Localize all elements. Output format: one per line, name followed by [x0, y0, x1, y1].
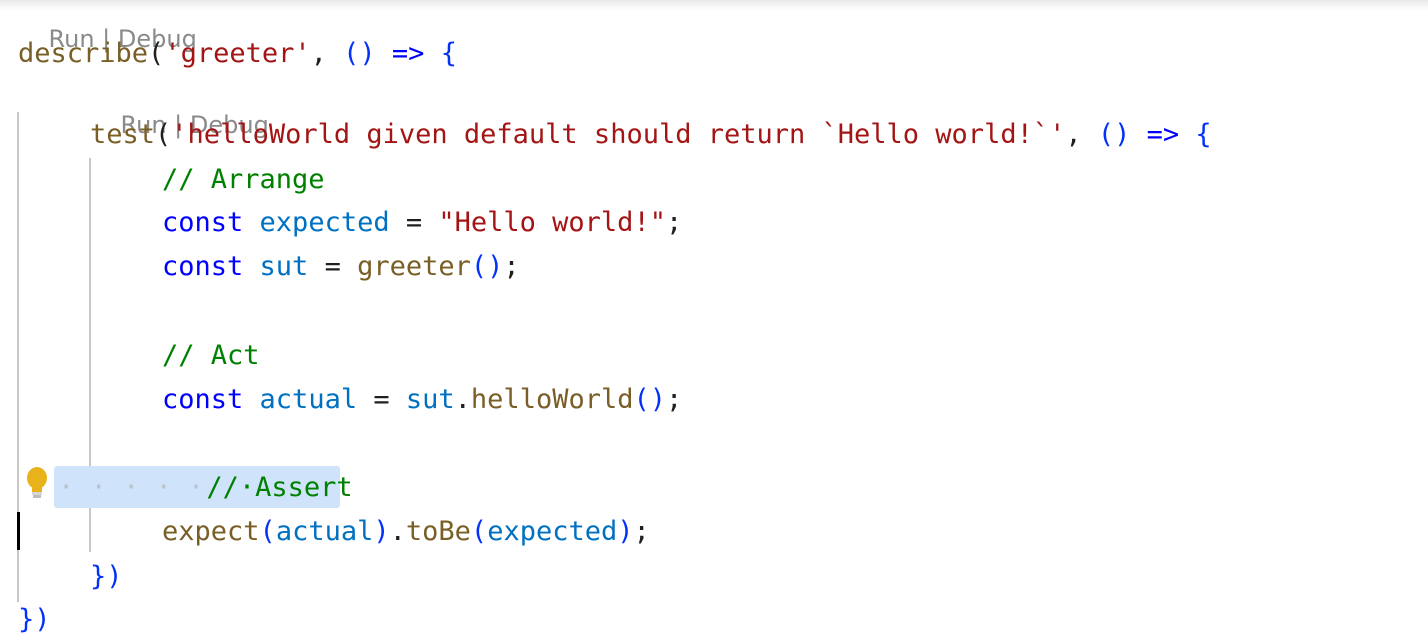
code-line-5[interactable]: const sut = greeter(); — [162, 249, 520, 285]
token-variable: sut — [259, 251, 309, 282]
token-semicolon: ; — [633, 516, 650, 547]
token-comma: , — [1065, 119, 1098, 150]
whitespace-dots: · · · · · — [58, 472, 205, 503]
token-dot: . — [389, 516, 406, 547]
token-argument: expected — [487, 516, 618, 547]
token-fn: greeter — [357, 251, 471, 282]
token-fn: toBe — [405, 516, 471, 547]
code-line-8[interactable]: · · · · ·//·Assert — [58, 470, 353, 506]
token-string: "Hello world!" — [438, 207, 666, 238]
code-line-6[interactable]: // Act — [162, 338, 260, 374]
lightbulb-icon[interactable] — [24, 466, 50, 500]
token-brace: { — [440, 38, 457, 69]
token-variable: expected — [259, 207, 390, 238]
code-line-9[interactable]: expect(actual).toBe(expected); — [162, 514, 650, 550]
token-semicolon: ; — [503, 251, 520, 282]
code-line-4[interactable]: const expected = "Hello world!"; — [162, 205, 682, 241]
code-line-10[interactable]: }) — [90, 559, 123, 595]
token-open-paren: ( — [148, 38, 165, 69]
token-semicolon: ; — [665, 207, 683, 238]
token-parens: () — [633, 384, 666, 415]
token-arrow: => — [375, 38, 441, 69]
token-fn: test — [90, 119, 156, 150]
token-keyword: const — [162, 384, 244, 415]
token-equals: = — [357, 384, 406, 415]
token-variable: actual — [259, 384, 358, 415]
token-closing: }) — [18, 604, 51, 635]
code-line-1[interactable]: describe('greeter', () => { — [18, 36, 457, 72]
token-open-paren: ( — [470, 516, 488, 547]
token-comment: //·Assert — [206, 472, 353, 503]
token-keyword: const — [162, 251, 244, 282]
token-fn: describe — [18, 38, 149, 69]
token-dot: . — [454, 384, 471, 415]
token-arrow: => — [1130, 119, 1196, 150]
token-parens: () — [1097, 119, 1131, 150]
code-line-7[interactable]: const actual = sut.helloWorld(); — [162, 382, 682, 418]
token-open-paren: ( — [155, 119, 172, 150]
code-line-2[interactable]: test('helloWorld given default should re… — [90, 117, 1212, 153]
editor-top-shadow — [0, 0, 1428, 10]
token-fn: expect — [162, 516, 260, 547]
token-equals: = — [389, 207, 439, 238]
token-string: 'greeter' — [164, 38, 311, 69]
token-close-paren: ) — [373, 516, 390, 547]
token-string: 'helloWorld given default should return … — [171, 119, 1066, 150]
token-argument: actual — [275, 516, 374, 547]
token-open-paren: ( — [259, 516, 276, 547]
token-object: sut — [405, 384, 455, 415]
token-comment: // Arrange — [162, 164, 325, 195]
token-semicolon: ; — [666, 384, 683, 415]
token-close-paren: ) — [617, 516, 634, 547]
token-brace: { — [1195, 119, 1212, 150]
token-fn: helloWorld — [470, 384, 634, 415]
code-editor[interactable]: Run | Debug describe('greeter', () => { … — [0, 0, 1428, 636]
token-closing: }) — [90, 561, 123, 592]
token-equals: = — [308, 251, 358, 282]
token-parens: () — [343, 38, 376, 69]
token-comment: // Act — [162, 340, 260, 371]
code-line-3[interactable]: // Arrange — [162, 162, 325, 198]
token-keyword: const — [162, 207, 244, 238]
code-line-11[interactable]: }) — [18, 602, 51, 636]
text-cursor — [17, 512, 20, 550]
token-parens: () — [470, 251, 504, 282]
token-comma: , — [310, 38, 344, 69]
